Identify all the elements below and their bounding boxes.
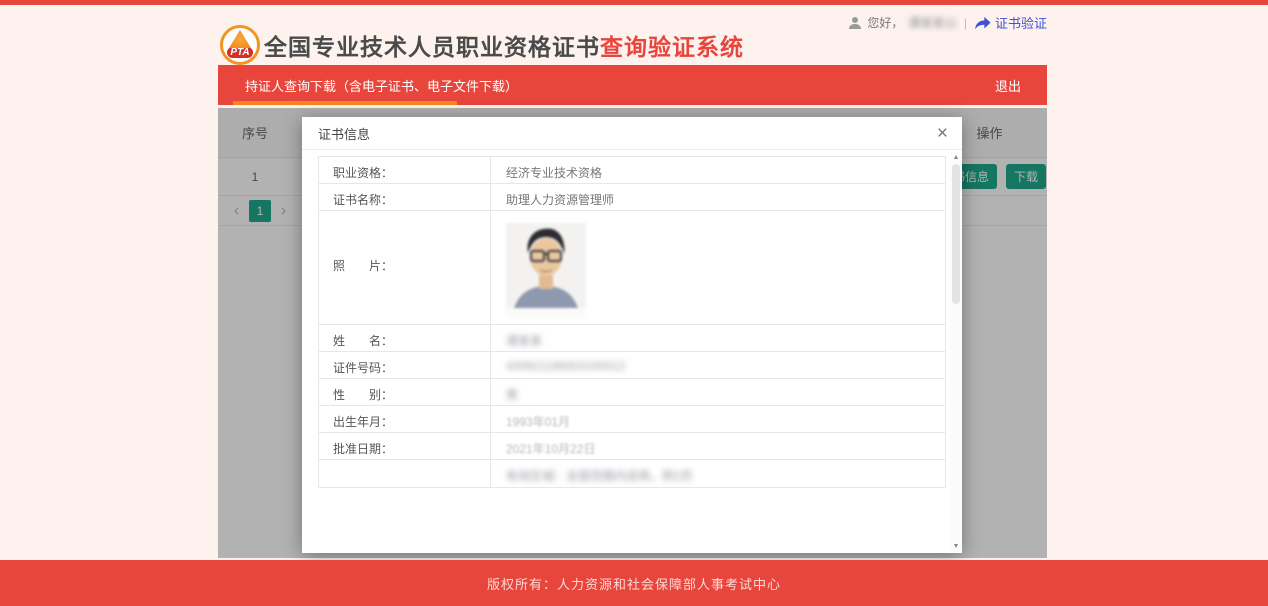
certificate-name-value: 助理人力资源管理师 <box>491 184 945 210</box>
scroll-down-icon[interactable]: ▼ <box>951 543 961 550</box>
close-icon[interactable]: × <box>937 124 948 143</box>
field-row-birth-date: 出生年月： 1993年01月 <box>319 406 945 433</box>
gender-value-redacted: 男 <box>506 388 518 402</box>
field-row-gender: 性 别： 男 <box>319 379 945 406</box>
name-value-redacted: 谭某某 <box>506 334 542 348</box>
field-row-extra: 有效区域：全国范围内适用，附2页 <box>319 460 945 487</box>
user-icon <box>848 16 862 30</box>
modal-scrollbar[interactable]: ▲ ▼ <box>951 152 961 552</box>
logo-text: PTA <box>227 47 252 58</box>
tab-holder-query-download[interactable]: 持证人查询下载（含电子证书、电子文件下载） <box>218 65 530 105</box>
greeting-text: 您好， <box>867 14 903 31</box>
certificate-verify-link[interactable]: 证书验证 <box>974 13 1047 32</box>
share-arrow-icon <box>974 16 991 30</box>
field-row-photo: 照 片： <box>319 211 945 325</box>
pta-logo: PTA <box>220 25 260 65</box>
birth-date-value-redacted: 1993年01月 <box>506 415 570 429</box>
active-tab-underline <box>233 101 457 105</box>
field-row-certificate-name: 证书名称： 助理人力资源管理师 <box>319 184 945 211</box>
modal-header: 证书信息 × <box>302 117 962 150</box>
extra-value-redacted: 有效区域：全国范围内适用，附2页 <box>506 469 693 483</box>
page-title: 全国专业技术人员职业资格证书查询验证系统 <box>264 28 744 62</box>
scroll-up-icon[interactable]: ▲ <box>951 154 961 161</box>
site-header: PTA 全国专业技术人员职业资格证书查询验证系统 您好， 谭某某11 | 证书验… <box>218 5 1047 65</box>
page-footer: 版权所有：人力资源和社会保障部人事考试中心 <box>0 560 1268 606</box>
qualification-value: 经济专业技术资格 <box>491 157 945 183</box>
modal-body: 职业资格： 经济专业技术资格 证书名称： 助理人力资源管理师 照 片： <box>302 151 962 553</box>
brand: PTA 全国专业技术人员职业资格证书查询验证系统 <box>220 25 744 65</box>
scrollbar-thumb[interactable] <box>952 164 960 304</box>
verify-link-label: 证书验证 <box>995 13 1047 32</box>
main-nav: 持证人查询下载（含电子证书、电子文件下载） 退出 <box>218 65 1047 105</box>
field-row-name: 姓 名： 谭某某 <box>319 325 945 352</box>
page-title-accent: 查询验证系统 <box>600 34 744 60</box>
copyright-text: 版权所有：人力资源和社会保障部人事考试中心 <box>487 574 781 593</box>
tab-label: 持证人查询下载（含电子证书、电子文件下载） <box>245 76 518 95</box>
id-number-value-redacted: 430921199303150012 <box>506 359 625 373</box>
user-bar: 您好， 谭某某11 | 证书验证 <box>848 13 1047 32</box>
separator: | <box>964 16 967 30</box>
logout-button[interactable]: 退出 <box>995 76 1047 95</box>
page-title-main: 全国专业技术人员职业资格证书 <box>264 34 600 60</box>
field-row-approval-date: 批准日期： 2021年10月22日 <box>319 433 945 460</box>
portrait-photo <box>506 223 586 319</box>
field-row-qualification: 职业资格： 经济专业技术资格 <box>319 157 945 184</box>
username-redacted: 谭某某11 <box>908 14 956 31</box>
certificate-info-modal: 证书信息 × 职业资格： 经济专业技术资格 证书名称： 助理人力资源管理师 照 … <box>302 117 962 553</box>
logo-flame-icon <box>229 30 251 48</box>
approval-date-value-redacted: 2021年10月22日 <box>506 442 595 456</box>
field-row-id-number: 证件号码： 430921199303150012 <box>319 352 945 379</box>
modal-title: 证书信息 <box>318 124 370 143</box>
certificate-detail-table: 职业资格： 经济专业技术资格 证书名称： 助理人力资源管理师 照 片： <box>318 156 946 488</box>
